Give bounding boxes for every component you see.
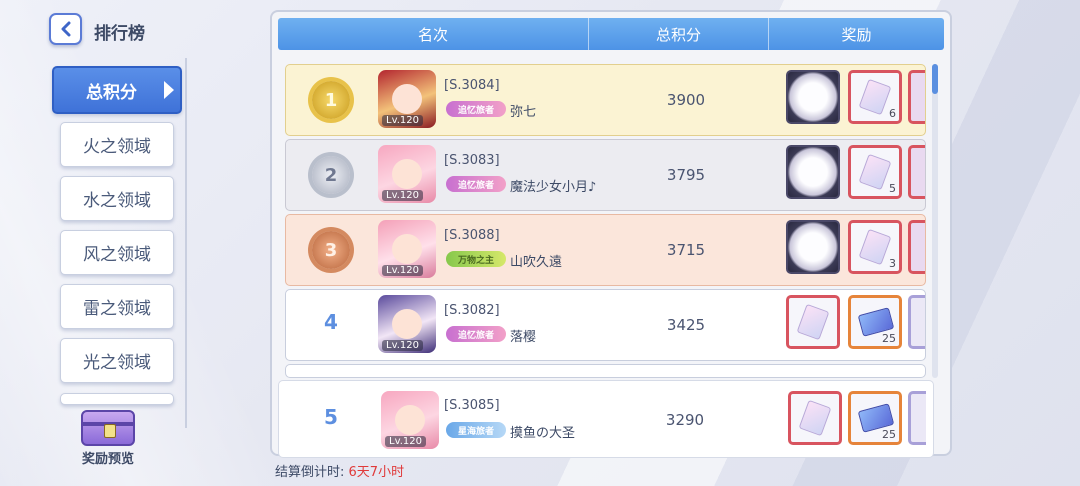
level-label: Lv.120 [382,190,423,201]
reward-qty: 25 [882,332,896,345]
total-score: 3795 [666,166,706,184]
reward-qty: 5 [889,182,896,195]
player-name: 弥七 [510,105,537,120]
frame-icon[interactable] [786,70,840,124]
countdown-value: 6天7小时 [348,465,405,480]
level-label: Lv.120 [382,115,423,126]
avatar[interactable]: Lv.120 [378,220,436,278]
reward-list: 25 [788,391,933,449]
table-header: 名次 总积分 奖励 [278,18,944,50]
server-id: [S.3088] [444,228,500,243]
caret-right-icon [164,81,174,99]
player-name: 摸鱼の大圣 [510,426,576,441]
crystal-icon[interactable] [908,145,925,199]
reward-qty: 6 [889,107,896,120]
table-row[interactable]: 4 Lv.120 [S.3082] 追忆旅者 落樱 3425 25 [285,289,926,361]
reward-preview-button[interactable]: 奖励预览 [72,410,144,467]
countdown-label: 结算倒计时: [275,465,345,480]
reward-item-icon[interactable] [908,295,925,349]
column-header-rank: 名次 [278,18,589,50]
ticket-icon[interactable]: 25 [848,295,902,349]
reward-list: 3 [786,220,925,278]
rank-number: 4 [324,310,338,334]
player-name: 魔法少女小月♪ [510,180,597,195]
rank-number: 1 [324,89,338,111]
back-button[interactable] [49,13,82,45]
tab-label: 光之领域 [83,353,151,373]
player-name: 山吹久遠 [510,255,563,270]
tab-partial[interactable] [60,393,174,405]
avatar[interactable]: Lv.120 [378,145,436,203]
title-badge: 追忆旅者 [446,176,506,192]
frame-icon[interactable] [786,220,840,274]
level-label: Lv.120 [382,340,423,351]
server-id: [S.3084] [444,78,500,93]
title-badge: 追忆旅者 [446,326,506,342]
reward-list: 25 [786,295,925,353]
tab-total-score[interactable]: 总积分 [52,66,182,114]
reward-list: 5 [786,145,925,203]
total-score: 3900 [666,91,706,109]
tabs-scrollbar[interactable] [185,58,187,428]
table-row[interactable] [285,364,926,378]
total-score: 3425 [666,316,706,334]
list-scrollbar[interactable] [932,64,938,378]
reward-item-icon[interactable] [908,391,926,445]
tab-wind-domain[interactable]: 风之领域 [60,230,174,275]
level-label: Lv.120 [382,265,423,276]
rank-number: 5 [324,405,338,429]
server-id: [S.3083] [444,153,500,168]
player-name: 落樱 [510,330,537,345]
frame-icon[interactable] [786,145,840,199]
settlement-countdown: 结算倒计时: 6天7小时 [275,461,404,480]
ticket-icon[interactable]: 25 [848,391,902,445]
list-scrollbar-thumb[interactable] [932,64,938,94]
bronze-medal-icon: 3 [312,231,350,269]
my-rank-row[interactable]: 5 Lv.120 [S.3085] 星海旅者 摸鱼の大圣 3290 25 [278,380,934,458]
crystal-icon[interactable] [908,220,925,274]
crystal-icon[interactable]: 6 [848,70,902,124]
server-id: [S.3085] [444,398,500,413]
tab-fire-domain[interactable]: 火之领域 [60,122,174,167]
chevron-left-icon [61,21,70,37]
server-id: [S.3082] [444,303,500,318]
tab-label: 风之领域 [83,245,151,265]
crystal-icon[interactable]: 5 [848,145,902,199]
tab-label: 水之领域 [83,191,151,211]
page-title: 排行榜 [94,24,145,44]
reward-preview-label: 奖励预览 [81,452,134,467]
reward-qty: 3 [889,257,896,270]
treasure-chest-icon [81,410,135,446]
tab-label: 雷之领域 [83,299,151,319]
total-score: 3715 [666,241,706,259]
crystal-icon[interactable] [788,391,842,445]
gold-medal-icon: 1 [312,81,350,119]
crystal-icon[interactable] [786,295,840,349]
silver-medal-icon: 2 [312,156,350,194]
reward-qty: 25 [882,428,896,441]
avatar[interactable]: Lv.120 [381,391,439,449]
column-header-score: 总积分 [589,18,769,50]
tab-label: 火之领域 [83,137,151,157]
title-badge: 万物之主 [446,251,506,267]
table-row[interactable]: 1 Lv.120 [S.3084] 追忆旅者 弥七 3900 6 [285,64,926,136]
table-row[interactable]: 3 Lv.120 [S.3088] 万物之主 山吹久遠 3715 3 [285,214,926,286]
rank-number: 2 [324,164,338,186]
tab-water-domain[interactable]: 水之领域 [60,176,174,221]
rank-number: 3 [324,239,338,261]
avatar[interactable]: Lv.120 [378,295,436,353]
title-badge: 追忆旅者 [446,101,506,117]
tab-thunder-domain[interactable]: 雷之领域 [60,284,174,329]
title-badge: 星海旅者 [446,422,506,438]
tab-light-domain[interactable]: 光之领域 [60,338,174,383]
total-score: 3290 [665,411,705,429]
table-row[interactable]: 2 Lv.120 [S.3083] 追忆旅者 魔法少女小月♪ 3795 5 [285,139,926,211]
avatar[interactable]: Lv.120 [378,70,436,128]
column-header-reward: 奖励 [841,25,872,44]
crystal-icon[interactable]: 3 [848,220,902,274]
tab-label: 总积分 [86,82,137,103]
crystal-icon[interactable] [908,70,925,124]
reward-list: 6 [786,70,925,128]
level-label: Lv.120 [385,436,426,447]
